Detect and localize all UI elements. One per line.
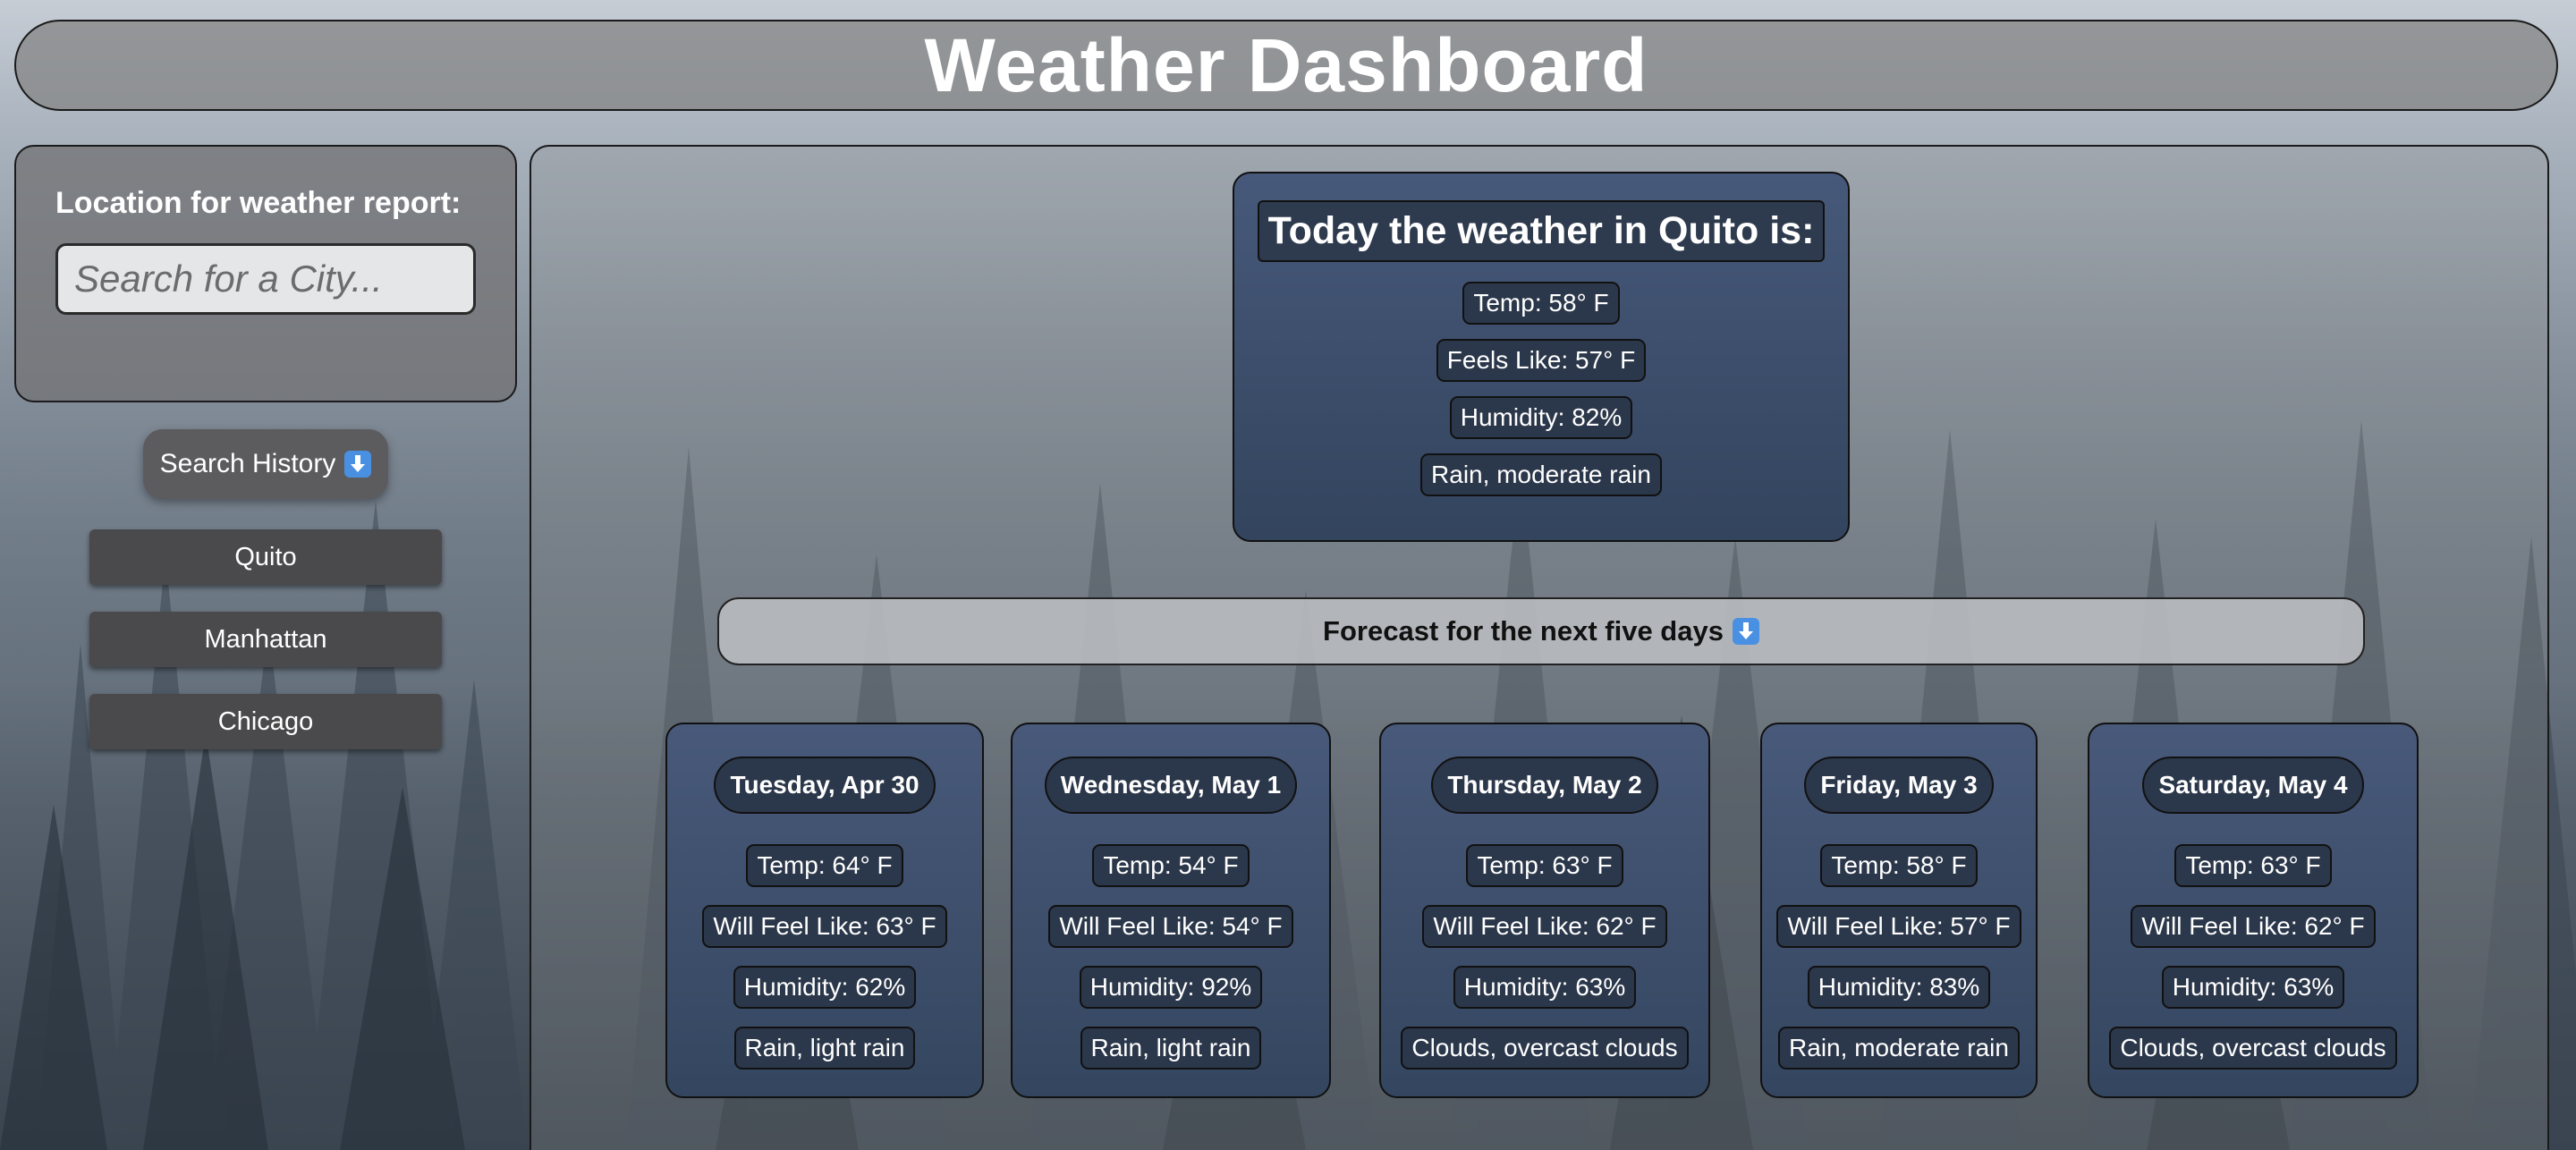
forecast-day-humidity: Humidity: 92%: [1079, 966, 1263, 1009]
search-history-label: Search History: [159, 449, 336, 478]
forecast-day-description: Clouds, overcast clouds: [1401, 1027, 1689, 1070]
current-humidity: Humidity: 82%: [1449, 396, 1633, 439]
current-temp: Temp: 58° F: [1462, 282, 1620, 325]
forecast-day-card: Thursday, May 2 Temp: 63° F Will Feel Li…: [1379, 723, 1710, 1098]
current-weather-card: Today the weather in Quito is: Temp: 58°…: [1233, 172, 1850, 542]
forecast-day-date: Tuesday, Apr 30: [714, 757, 936, 814]
forecast-day-humidity: Humidity: 63%: [2161, 966, 2345, 1009]
forecast-day-feels-like: Will Feel Like: 63° F: [702, 905, 947, 948]
forecast-day-date: Wednesday, May 1: [1044, 757, 1298, 814]
forecast-day-date: Thursday, May 2: [1431, 757, 1658, 814]
forecast-day-temp: Temp: 63° F: [1466, 844, 1623, 887]
history-item-manhattan[interactable]: Manhattan: [89, 612, 442, 667]
search-history-button[interactable]: Search History: [143, 429, 388, 499]
forecast-day-feels-like: Will Feel Like: 62° F: [1422, 905, 1667, 948]
forecast-day-date: Saturday, May 4: [2142, 757, 2364, 814]
current-description: Rain, moderate rain: [1420, 453, 1662, 496]
forecast-day-humidity: Humidity: 63%: [1453, 966, 1637, 1009]
forecast-day-humidity: Humidity: 83%: [1807, 966, 1991, 1009]
forecast-day-feels-like: Will Feel Like: 54° F: [1048, 905, 1293, 948]
forecast-day-temp: Temp: 58° F: [1820, 844, 1978, 887]
city-search-input[interactable]: [55, 243, 476, 315]
current-weather-title: Today the weather in Quito is:: [1257, 200, 1826, 262]
forecast-day-temp: Temp: 54° F: [1092, 844, 1250, 887]
search-label: Location for weather report:: [55, 186, 462, 220]
forecast-day-feels-like: Will Feel Like: 57° F: [1776, 905, 2021, 948]
forecast-day-description: Rain, light rain: [1080, 1027, 1262, 1070]
weather-main-panel: Today the weather in Quito is: Temp: 58°…: [530, 145, 2549, 1150]
forecast-heading: Forecast for the next five days: [717, 597, 2365, 665]
forecast-day-description: Rain, moderate rain: [1778, 1027, 2020, 1070]
forecast-day-card: Saturday, May 4 Temp: 63° F Will Feel Li…: [2088, 723, 2419, 1098]
page-title: Weather Dashboard: [924, 22, 1648, 107]
forecast-day-date: Friday, May 3: [1804, 757, 1994, 814]
search-history-list: Quito Manhattan Chicago: [89, 529, 442, 776]
forecast-heading-label: Forecast for the next five days: [1323, 615, 1724, 647]
down-arrow-icon: [1732, 618, 1759, 645]
history-item-quito[interactable]: Quito: [89, 529, 442, 585]
forecast-day-card: Tuesday, Apr 30 Temp: 64° F Will Feel Li…: [665, 723, 984, 1098]
forecast-day-humidity: Humidity: 62%: [733, 966, 917, 1009]
forecast-day-description: Clouds, overcast clouds: [2109, 1027, 2397, 1070]
down-arrow-icon: [344, 451, 372, 478]
current-feels-like: Feels Like: 57° F: [1436, 339, 1647, 382]
forecast-day-temp: Temp: 64° F: [746, 844, 903, 887]
forecast-day-card: Friday, May 3 Temp: 58° F Will Feel Like…: [1760, 723, 2038, 1098]
history-item-chicago[interactable]: Chicago: [89, 694, 442, 749]
forecast-day-description: Rain, light rain: [733, 1027, 916, 1070]
forecast-day-feels-like: Will Feel Like: 62° F: [2131, 905, 2376, 948]
header-bar: Weather Dashboard: [14, 20, 2558, 111]
forecast-day-card: Wednesday, May 1 Temp: 54° F Will Feel L…: [1011, 723, 1331, 1098]
forecast-day-temp: Temp: 63° F: [2174, 844, 2332, 887]
search-panel: Location for weather report:: [14, 145, 517, 402]
